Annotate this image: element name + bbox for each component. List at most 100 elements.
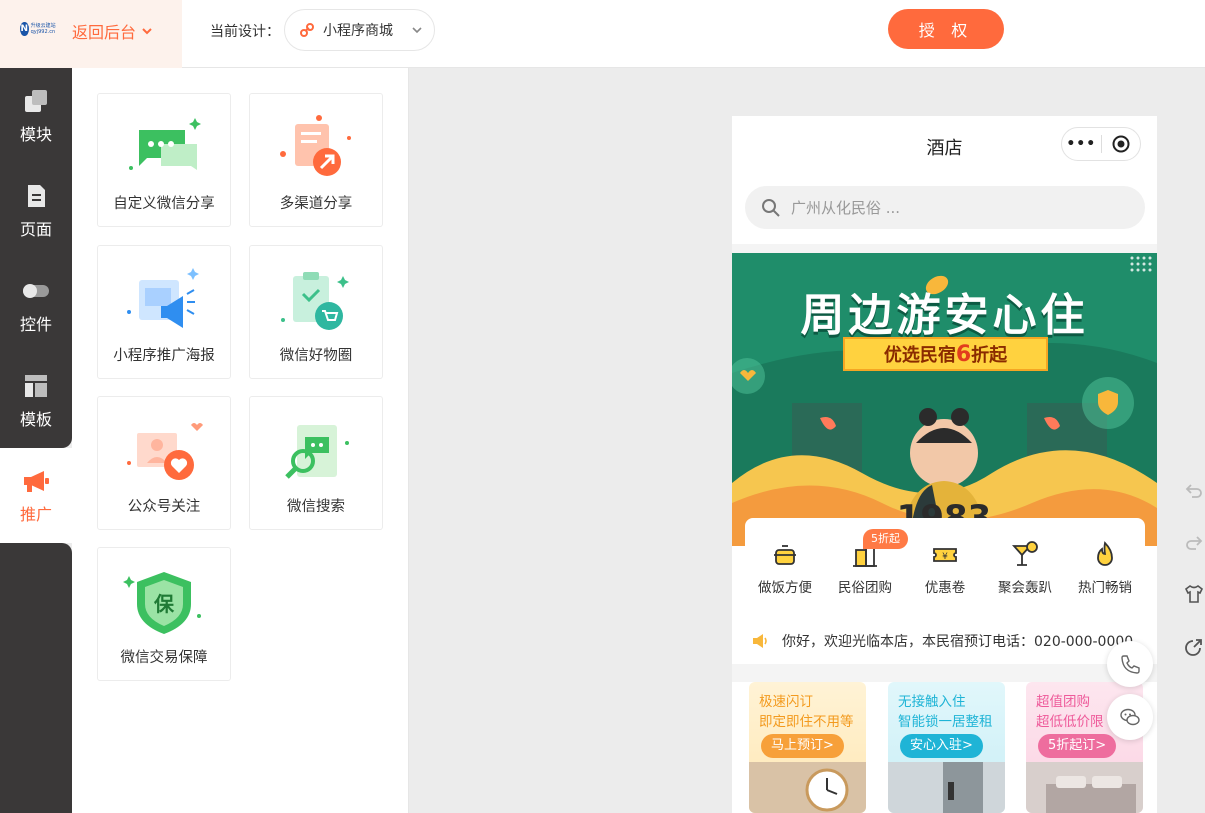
trade-guarantee-icon: 保: [123, 572, 201, 634]
quick-item-party[interactable]: 聚会轰趴: [985, 518, 1065, 624]
promo-banner[interactable]: 1983 周边游安心住 优选民宿6折起: [732, 253, 1157, 546]
logo-text: 升级云建站 qyj992.cn: [30, 23, 56, 35]
tshirt-icon: [1184, 585, 1204, 603]
svg-text:保: 保: [153, 592, 175, 616]
chevron-down-icon: [412, 27, 422, 34]
template-icon: [25, 374, 47, 397]
card-label: 公众号关注: [127, 499, 201, 515]
fire-icon: [1097, 541, 1113, 566]
toggle-icon: [23, 283, 49, 298]
logo: N 升级云建站 qyj992.cn: [20, 20, 62, 38]
svg-text:¥: ¥: [942, 552, 948, 562]
quick-item-coupon[interactable]: ¥ 优惠卷: [905, 518, 985, 624]
quick-nav: 做饭方便 民俗团购 ¥ 优惠卷 聚会轰趴 热门畅销 5折起: [745, 518, 1145, 624]
sidebar-item-label: 控件: [19, 314, 52, 334]
card-wechat-goods-circle[interactable]: 微信好物圈: [249, 245, 383, 379]
promo-button[interactable]: 5折起订>: [1038, 734, 1117, 758]
goods-circle-icon: [281, 272, 349, 330]
cocktail-icon: [1011, 541, 1038, 566]
more-icon[interactable]: •••: [1062, 136, 1101, 152]
component-panel: 自定义微信分享 多渠道分享 小程序推广海报 微信好物圈 公众号关注 微信搜索 保…: [72, 68, 409, 813]
card-label: 自定义微信分享: [113, 196, 215, 212]
door-lock-illustration: [888, 762, 1005, 813]
undo-icon: [1185, 484, 1202, 498]
sidebar-item-promotion[interactable]: 推广: [0, 448, 72, 543]
card-label: 微信好物圈: [279, 348, 353, 364]
quick-item-label: 聚会轰趴: [998, 580, 1052, 596]
wechat-icon: [1120, 708, 1140, 726]
phone-search-input[interactable]: 广州从化民俗 ...: [745, 186, 1145, 229]
sidebar-item-controls[interactable]: 控件: [0, 258, 72, 353]
promo-button[interactable]: 马上预订>: [761, 734, 844, 758]
card-mini-program-poster[interactable]: 小程序推广海报: [97, 245, 231, 379]
phone-call-button[interactable]: [1107, 641, 1153, 687]
speaker-icon: [753, 634, 767, 648]
sidebar-item-label: 模板: [19, 409, 52, 429]
bedroom-illustration: [1026, 762, 1143, 813]
banner-title: 周边游安心住: [800, 290, 1089, 341]
quick-item-cooking[interactable]: 做饭方便: [745, 518, 825, 624]
current-design-label: 当前设计：: [210, 24, 280, 40]
notice-text: 你好，欢迎光临本店，本民宿预订电话：020-000-0000: [782, 634, 1134, 650]
banner-ribbon: 优选民宿 6 折起: [843, 337, 1048, 371]
link-icon: [300, 23, 314, 37]
theme-button[interactable]: [1183, 583, 1205, 605]
follow-icon: [127, 423, 203, 480]
card-multi-channel-share[interactable]: 多渠道分享: [249, 93, 383, 227]
card-wechat-search[interactable]: 微信搜索: [249, 396, 383, 530]
design-select[interactable]: 小程序商城: [284, 9, 435, 51]
card-wechat-share[interactable]: 自定义微信分享: [97, 93, 231, 227]
wechat-share-icon: [129, 118, 201, 170]
promo-card-contactless[interactable]: 无接触入住 智能锁一居整租 安心入驻>: [888, 682, 1005, 813]
share-icon: [1185, 639, 1202, 656]
redo-icon: [1186, 536, 1203, 550]
wechat-search-icon: [285, 425, 349, 479]
sidebar-item-label: 推广: [19, 504, 52, 524]
promo-line1: 极速闪订: [759, 694, 813, 710]
undo-button[interactable]: [1183, 480, 1205, 502]
quick-item-label: 做饭方便: [758, 580, 812, 596]
clock-illustration: [749, 762, 866, 813]
top-bar: N 升级云建站 qyj992.cn 返回后台 当前设计： 小程序商城 授 权: [0, 0, 1205, 68]
search-icon: [762, 198, 780, 217]
wechat-contact-button[interactable]: [1107, 694, 1153, 740]
sidebar-item-label: 模块: [19, 124, 52, 144]
promo-line2: 智能锁一居整租: [898, 714, 993, 730]
sidebar-item-templates[interactable]: 模板: [0, 353, 72, 448]
card-official-account-follow[interactable]: 公众号关注: [97, 396, 231, 530]
pot-icon: [774, 545, 796, 565]
search-placeholder: 广州从化民俗 ...: [791, 199, 901, 217]
sidebar-item-label: 页面: [19, 219, 52, 239]
promo-card-flash-booking[interactable]: 极速闪订 即定即住不用等 马上预订>: [749, 682, 866, 813]
promo-button[interactable]: 安心入驻>: [900, 734, 983, 758]
back-to-admin-button[interactable]: 返回后台: [72, 19, 152, 43]
banner-ribbon-number: 6: [955, 341, 972, 367]
design-select-value: 小程序商城: [323, 23, 393, 39]
banner-ribbon-post: 折起: [971, 345, 1008, 366]
authorize-button[interactable]: 授 权: [888, 9, 1004, 49]
card-label: 微信交易保障: [120, 650, 208, 666]
quick-item-label: 热门畅销: [1078, 580, 1132, 596]
redo-button[interactable]: [1183, 532, 1205, 554]
sidebar-bottom: [0, 543, 72, 813]
quick-item-label: 民俗团购: [838, 580, 892, 596]
phone-icon: [1121, 655, 1140, 674]
modules-icon: [25, 89, 47, 112]
sidebar-item-pages[interactable]: 页面: [0, 163, 72, 258]
ticket-icon: ¥: [933, 548, 957, 562]
sidebar-item-modules[interactable]: 模块: [0, 68, 72, 163]
quick-item-label: 优惠卷: [924, 580, 966, 596]
mini-program-capsule[interactable]: •••: [1061, 127, 1141, 161]
megaphone-icon: [24, 470, 49, 492]
notice-bar: 你好，欢迎光临本店，本民宿预订电话：020-000-0000: [732, 624, 1157, 658]
quick-item-hot-sale[interactable]: 热门畅销: [1065, 518, 1145, 624]
promo-line1: 超值团购: [1036, 694, 1090, 710]
promo-line2: 超低低价限: [1036, 714, 1104, 730]
card-wechat-trade-guarantee[interactable]: 保 微信交易保障: [97, 547, 231, 681]
banner-ribbon-pre: 优选民宿: [883, 345, 956, 366]
share-button[interactable]: [1183, 636, 1205, 658]
multi-share-icon: [280, 115, 351, 176]
logo-mark-icon: N: [20, 22, 29, 36]
discount-badge: 5折起: [863, 529, 908, 549]
close-target-icon[interactable]: [1101, 135, 1140, 153]
